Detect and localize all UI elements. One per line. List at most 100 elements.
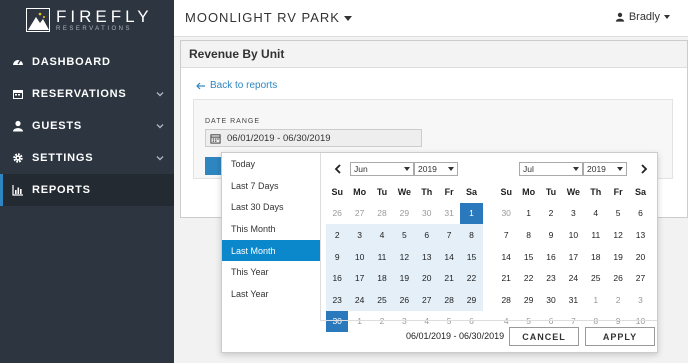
calendar-day[interactable]: 2 [540,203,562,225]
calendar-day[interactable]: 12 [393,245,416,268]
calendar-day[interactable]: 11 [585,224,607,246]
calendar-day[interactable]: 24 [562,267,584,289]
calendar-day[interactable]: 8 [517,224,539,246]
calendar-day[interactable]: 20 [629,246,651,268]
calendar-day[interactable]: 8 [460,224,483,246]
calendar-day[interactable]: 9 [326,245,349,268]
weekday-header: Th [590,186,602,197]
calendar-day[interactable]: 26 [607,267,629,289]
calendar-day[interactable]: 23 [540,267,562,289]
calendar-day[interactable]: 11 [370,245,394,268]
range-this-month[interactable]: This Month [222,218,320,240]
calendar-day[interactable]: 7 [495,224,517,246]
user-icon [615,12,624,22]
calendar-day[interactable]: 3 [348,224,371,246]
calendar-day[interactable]: 14 [495,246,517,268]
brand-logo[interactable]: FIREFLY RESERVATIONS [26,6,153,34]
calendar-day[interactable]: 31 [562,289,584,311]
calendar-day[interactable]: 15 [517,246,539,268]
range-last-7-days[interactable]: Last 7 Days [222,175,320,197]
calendar-day[interactable]: 25 [370,288,394,311]
apply-button[interactable]: APPLY [585,327,655,346]
calendar-day[interactable]: 14 [437,245,461,268]
calendar-day[interactable]: 6 [415,224,438,246]
calendar-day[interactable]: 31 [438,203,460,225]
calendar-day[interactable]: 1 [585,289,607,311]
calendar-day[interactable]: 21 [437,267,461,289]
calendar-day[interactable]: 27 [415,288,438,311]
back-to-reports-link[interactable]: Back to reports [196,80,277,91]
prev-month-icon[interactable] [332,163,344,175]
calendar-day[interactable]: 29 [517,289,539,311]
calendar-day[interactable]: 10 [348,245,371,268]
cancel-button[interactable]: CANCEL [509,327,579,346]
calendar-day[interactable]: 9 [540,224,562,246]
weekday-header: Mo [353,186,367,197]
user-menu[interactable]: Bradly [615,11,670,23]
calendar-day[interactable]: 5 [393,224,416,246]
calendar-day[interactable]: 4 [370,224,394,246]
calendar-day[interactable]: 23 [326,288,349,311]
calendar-day[interactable]: 17 [348,267,371,289]
year-select[interactable]: 2019 [583,162,627,176]
calendar-day[interactable]: 17 [562,246,584,268]
calendar-day[interactable]: 6 [629,203,651,225]
month-select[interactable]: Jun [350,162,414,176]
range-this-year[interactable]: This Year [222,261,320,283]
calendar-day[interactable]: 1 [517,203,539,225]
date-range-input[interactable]: 06/01/2019 - 06/30/2019 [205,129,422,147]
calendar-day[interactable]: 16 [326,267,349,289]
calendar-day[interactable]: 27 [629,267,651,289]
calendar-day[interactable]: 18 [370,267,394,289]
calendar-day[interactable]: 5 [607,203,629,225]
calendar-day[interactable]: 19 [607,246,629,268]
next-month-icon[interactable] [638,163,650,175]
calendar-day[interactable]: 25 [585,267,607,289]
weekday-header: Fr [613,186,623,197]
calendar-day[interactable]: 19 [393,267,416,289]
month-select[interactable]: Jul [519,162,583,176]
calendar-day[interactable]: 30 [540,289,562,311]
range-last-year[interactable]: Last Year [222,283,320,305]
sidebar-item-settings[interactable]: SETTINGS [0,142,174,174]
calendar-day[interactable]: 26 [326,203,348,225]
calendar-day[interactable]: 30 [416,203,438,225]
calendar-day[interactable]: 22 [460,267,483,289]
calendar-day[interactable]: 28 [495,289,517,311]
calendar-day[interactable]: 16 [540,246,562,268]
range-last-month[interactable]: Last Month [222,239,320,262]
sidebar-item-dashboard[interactable]: DASHBOARD [0,46,174,78]
calendar-day[interactable]: 18 [585,246,607,268]
calendar-day[interactable]: 10 [562,224,584,246]
calendar-day[interactable]: 3 [562,203,584,225]
sidebar-item-reports[interactable]: REPORTS [0,174,174,206]
calendar-day[interactable]: 27 [348,203,370,225]
calendar-day[interactable]: 28 [371,203,393,225]
calendar-day[interactable]: 29 [393,203,415,225]
sidebar-item-reservations[interactable]: RESERVATIONS [0,78,174,110]
calendar-day[interactable]: 2 [326,224,349,246]
range-today[interactable]: Today [222,153,320,175]
calendar-day[interactable]: 28 [437,288,461,311]
calendar-day[interactable]: 3 [629,289,651,311]
calendar-day[interactable]: 2 [607,289,629,311]
calendar-day[interactable]: 30 [495,203,517,225]
calendar-day[interactable]: 12 [607,224,629,246]
calendar-day[interactable]: 4 [585,203,607,225]
year-select[interactable]: 2019 [414,162,458,176]
calendar-day[interactable]: 13 [415,245,438,268]
calendar-day[interactable]: 7 [437,224,461,246]
range-last-30-days[interactable]: Last 30 Days [222,196,320,218]
calendar-day[interactable]: 13 [629,224,651,246]
calendar-day[interactable]: 29 [460,288,483,311]
calendar-day[interactable]: 24 [348,288,371,311]
calendar-day[interactable]: 20 [415,267,438,289]
weekday-header: Tu [376,186,388,197]
calendar-day[interactable]: 15 [460,245,483,268]
sidebar-item-guests[interactable]: GUESTS [0,110,174,142]
park-selector[interactable]: MOONLIGHT RV PARK [185,10,352,25]
calendar-day[interactable]: 22 [517,267,539,289]
calendar-day[interactable]: 1 [460,202,483,225]
calendar-day[interactable]: 26 [393,288,416,311]
calendar-day[interactable]: 21 [495,267,517,289]
